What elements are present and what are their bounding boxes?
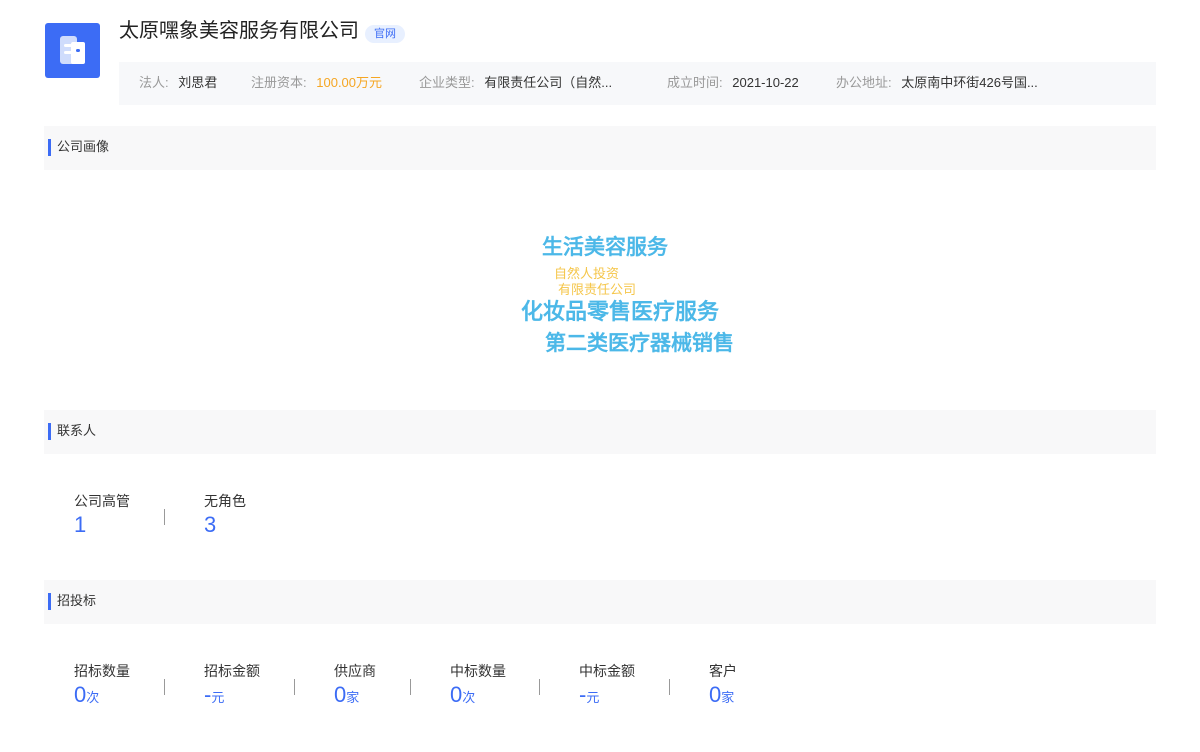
section-accent-bar xyxy=(48,139,51,156)
info-established-date: 成立时间: 2021-10-22 xyxy=(667,62,799,105)
word-cloud-tag[interactable]: 生活美容服务 xyxy=(542,231,668,261)
stat-tender-count[interactable]: 招标数量 0次 xyxy=(74,662,130,711)
stat-label: 中标金额 xyxy=(579,663,635,679)
stat-divider xyxy=(164,679,165,695)
stat-value: -元 xyxy=(204,682,225,707)
stat-win-count[interactable]: 中标数量 0次 xyxy=(450,662,506,711)
stat-label: 客户 xyxy=(709,663,737,679)
info-legal-person: 法人: 刘思君 xyxy=(139,62,217,105)
info-registered-capital: 注册资本: 100.00万元 xyxy=(251,62,382,105)
stat-label: 供应商 xyxy=(334,663,376,679)
building-icon xyxy=(60,36,85,64)
stat-divider xyxy=(164,509,165,525)
company-info-bar: 法人: 刘思君 注册资本: 100.00万元 企业类型: 有限责任公司（自然..… xyxy=(119,62,1156,105)
stat-divider xyxy=(539,679,540,695)
section-header-bidding: 招投标 xyxy=(44,580,1156,624)
info-label: 成立时间: xyxy=(667,75,723,90)
section-header-contacts: 联系人 xyxy=(44,410,1156,454)
section-accent-bar xyxy=(48,423,51,440)
stat-value: 0家 xyxy=(709,682,735,707)
company-name: 太原嘿象美容服务有限公司 xyxy=(119,20,359,42)
stat-value: 3 xyxy=(204,512,217,537)
company-profile-page: 太原嘿象美容服务有限公司 官网 法人: 刘思君 注册资本: 100.00万元 企… xyxy=(0,0,1200,752)
stat-label: 招标金额 xyxy=(204,663,260,679)
stat-divider xyxy=(294,679,295,695)
stat-value: 0家 xyxy=(334,682,360,707)
official-site-badge[interactable]: 官网 xyxy=(365,25,405,43)
stat-executives[interactable]: 公司高管 1 xyxy=(74,492,130,541)
info-company-type: 企业类型: 有限责任公司（自然... xyxy=(419,62,612,105)
section-title: 招投标 xyxy=(57,593,97,608)
stat-tender-amount[interactable]: 招标金额 -元 xyxy=(204,662,260,711)
section-accent-bar xyxy=(48,593,51,610)
stat-customers[interactable]: 客户 0家 xyxy=(709,662,737,711)
info-label: 办公地址: xyxy=(836,75,892,90)
info-label: 法人: xyxy=(139,75,169,90)
stat-value: 0次 xyxy=(450,682,476,707)
info-value: 有限责任公司（自然... xyxy=(484,75,613,90)
info-value: 2021-10-22 xyxy=(732,75,799,90)
info-office-address: 办公地址: 太原南中环街426号国... xyxy=(836,62,1038,105)
stat-value: 1 xyxy=(74,512,87,537)
stat-label: 中标数量 xyxy=(450,663,506,679)
stat-label: 招标数量 xyxy=(74,663,130,679)
stat-no-role[interactable]: 无角色 3 xyxy=(204,492,246,541)
section-title: 公司画像 xyxy=(57,139,110,154)
stat-label: 无角色 xyxy=(204,493,246,509)
stat-win-amount[interactable]: 中标金额 -元 xyxy=(579,662,635,711)
stat-suppliers[interactable]: 供应商 0家 xyxy=(334,662,376,711)
info-value: 100.00万元 xyxy=(316,75,383,90)
info-value: 太原南中环街426号国... xyxy=(901,75,1038,90)
company-logo xyxy=(45,23,100,78)
section-title: 联系人 xyxy=(57,423,97,438)
section-header-portrait: 公司画像 xyxy=(44,126,1156,170)
stat-divider xyxy=(669,679,670,695)
stat-divider xyxy=(410,679,411,695)
info-label: 企业类型: xyxy=(419,75,475,90)
word-cloud-tag[interactable]: 化妆品零售医疗服务 xyxy=(521,294,719,326)
info-label: 注册资本: xyxy=(251,75,307,90)
legal-person-link[interactable]: 刘思君 xyxy=(178,75,217,90)
stat-label: 公司高管 xyxy=(74,493,130,509)
stat-value: -元 xyxy=(579,682,600,707)
word-cloud-tag[interactable]: 第二类医疗器械销售 xyxy=(545,327,734,357)
stat-value: 0次 xyxy=(74,682,100,707)
